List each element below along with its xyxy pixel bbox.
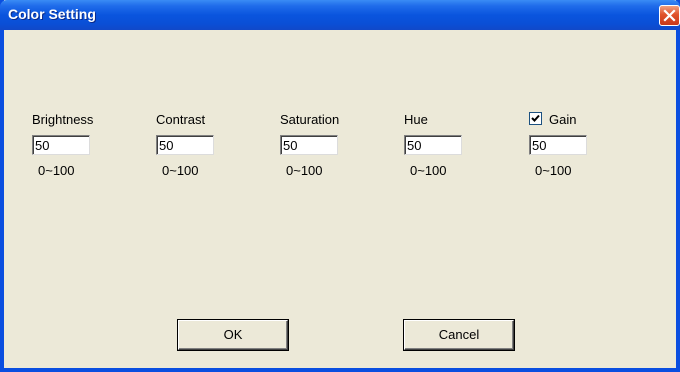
gain-label: Gain bbox=[549, 112, 577, 127]
hue-label: Hue bbox=[404, 112, 428, 127]
brightness-group: Brightness 0~100 bbox=[32, 112, 122, 187]
brightness-range: 0~100 bbox=[38, 163, 75, 178]
hue-input[interactable] bbox=[404, 135, 462, 155]
saturation-range: 0~100 bbox=[286, 163, 323, 178]
close-button[interactable] bbox=[659, 5, 680, 26]
contrast-group: Contrast 0~100 bbox=[156, 112, 246, 187]
ok-button[interactable]: OK bbox=[178, 320, 288, 350]
brightness-label: Brightness bbox=[32, 112, 94, 127]
color-setting-dialog: Color Setting Brightness 0~100 Contrast … bbox=[0, 0, 680, 372]
brightness-input[interactable] bbox=[32, 135, 90, 155]
gain-checkbox[interactable] bbox=[529, 112, 542, 125]
checkmark-icon bbox=[531, 114, 540, 122]
cancel-button[interactable]: Cancel bbox=[404, 320, 514, 350]
gain-input[interactable] bbox=[529, 135, 587, 155]
saturation-input[interactable] bbox=[280, 135, 338, 155]
gain-group: Gain 0~100 bbox=[529, 112, 619, 187]
contrast-label: Contrast bbox=[156, 112, 206, 127]
saturation-group: Saturation 0~100 bbox=[280, 112, 370, 187]
window-title: Color Setting bbox=[8, 6, 96, 22]
hue-range: 0~100 bbox=[410, 163, 447, 178]
contrast-range: 0~100 bbox=[162, 163, 199, 178]
gain-range: 0~100 bbox=[535, 163, 572, 178]
close-icon bbox=[663, 9, 676, 22]
contrast-input[interactable] bbox=[156, 135, 214, 155]
saturation-label: Saturation bbox=[280, 112, 340, 127]
title-bar[interactable]: Color Setting bbox=[0, 0, 680, 30]
hue-group: Hue 0~100 bbox=[404, 112, 494, 187]
